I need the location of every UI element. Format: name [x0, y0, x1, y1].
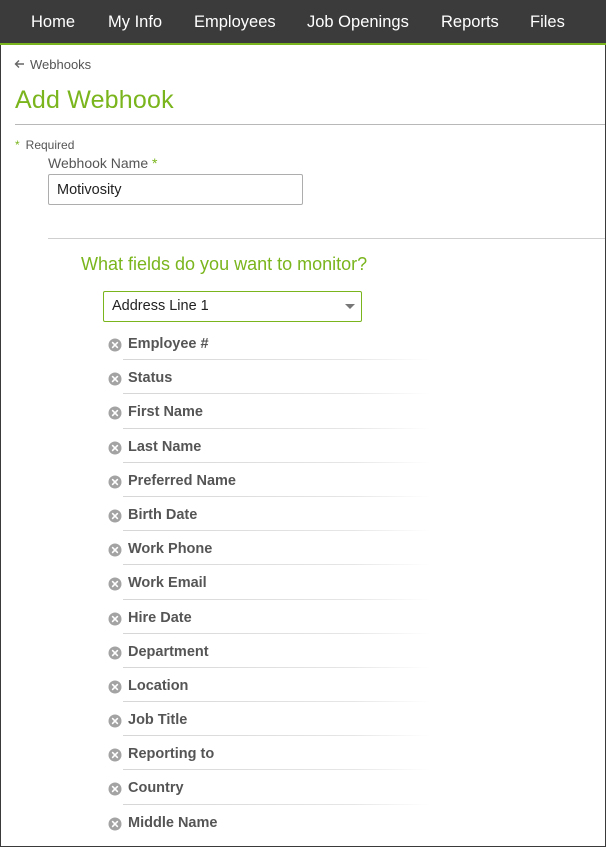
remove-circle-icon[interactable] — [108, 680, 122, 694]
monitored-field-row: Status — [103, 361, 430, 395]
monitored-field-name: Job Title — [128, 712, 188, 729]
page-title: Add Webhook — [15, 86, 174, 114]
monitored-field-name: Preferred Name — [128, 472, 236, 489]
monitored-field-row: Preferred Name — [103, 464, 430, 498]
monitored-field-name: Department — [128, 643, 209, 660]
monitored-field-name: Middle Name — [128, 814, 218, 831]
monitored-field-row: Country — [103, 771, 430, 805]
nav-reports[interactable]: Reports — [441, 0, 499, 43]
monitored-field-name: Last Name — [128, 438, 202, 455]
monitored-field-row: Reporting to — [103, 737, 430, 771]
monitored-field-row: Location — [103, 669, 430, 703]
remove-circle-icon[interactable] — [108, 509, 122, 523]
top-nav: Home My Info Employees Job Openings Repo… — [0, 0, 606, 45]
breadcrumb-label: Webhooks — [30, 56, 92, 72]
remove-circle-icon[interactable] — [108, 748, 122, 762]
monitored-field-name: Work Email — [128, 575, 207, 592]
nav-employees[interactable]: Employees — [194, 0, 276, 43]
webhook-name-input[interactable] — [48, 174, 303, 205]
remove-circle-icon[interactable] — [108, 475, 122, 489]
webhook-name-label-text: Webhook Name — [48, 155, 149, 171]
remove-circle-icon[interactable] — [108, 543, 122, 557]
monitored-field-row: Department — [103, 635, 430, 669]
title-divider — [15, 124, 605, 125]
remove-circle-icon[interactable] — [108, 577, 122, 591]
monitored-field-row: Work Email — [103, 566, 430, 600]
nav-files[interactable]: Files — [530, 0, 565, 43]
remove-circle-icon[interactable] — [108, 372, 122, 386]
remove-circle-icon[interactable] — [108, 406, 122, 420]
monitored-field-name: Birth Date — [128, 506, 198, 523]
remove-circle-icon[interactable] — [108, 646, 122, 660]
monitored-fields-list: Employee # Status First Name Last Name Prefe… — [103, 327, 430, 840]
section-divider — [48, 238, 605, 239]
webhook-name-label: Webhook Name * — [48, 155, 157, 171]
monitored-field-row: Middle Name — [103, 806, 430, 840]
monitored-field-row: Birth Date — [103, 498, 430, 532]
monitored-field-name: Country — [128, 780, 184, 797]
remove-circle-icon[interactable] — [108, 714, 122, 728]
monitored-field-name: First Name — [128, 404, 203, 421]
field-select-dropdown[interactable]: Address Line 1 — [103, 291, 362, 322]
required-note: * Required — [15, 138, 74, 152]
field-select-value: Address Line 1 — [112, 298, 209, 314]
monitored-field-name: Work Phone — [128, 541, 213, 558]
remove-circle-icon[interactable] — [108, 782, 122, 796]
required-star: * — [15, 138, 20, 152]
required-star: * — [152, 155, 158, 171]
breadcrumb-webhooks[interactable]: Webhooks — [14, 55, 91, 73]
monitored-field-row: Hire Date — [103, 601, 430, 635]
nav-my-info[interactable]: My Info — [108, 0, 162, 43]
monitored-field-name: Reporting to — [128, 746, 215, 763]
monitored-field-row: Job Title — [103, 703, 430, 737]
monitored-field-name: Status — [128, 370, 173, 387]
monitored-field-row: Last Name — [103, 430, 430, 464]
monitored-field-row: First Name — [103, 395, 430, 429]
required-label: Required — [25, 138, 75, 152]
monitored-field-row: Employee # — [103, 327, 430, 361]
nav-home[interactable]: Home — [31, 0, 75, 43]
monitored-field-name: Location — [128, 677, 189, 694]
remove-circle-icon[interactable] — [108, 817, 122, 831]
remove-circle-icon[interactable] — [108, 441, 122, 455]
monitored-field-name: Employee # — [128, 336, 209, 352]
remove-circle-icon[interactable] — [108, 338, 122, 352]
nav-job-openings[interactable]: Job Openings — [307, 0, 409, 43]
monitored-field-row: Work Phone — [103, 532, 430, 566]
caret-down-icon — [345, 304, 355, 309]
remove-circle-icon[interactable] — [108, 612, 122, 626]
arrow-left-icon — [14, 60, 24, 68]
monitored-field-name: Hire Date — [128, 609, 192, 626]
monitor-fields-heading: What fields do you want to monitor? — [81, 254, 368, 274]
